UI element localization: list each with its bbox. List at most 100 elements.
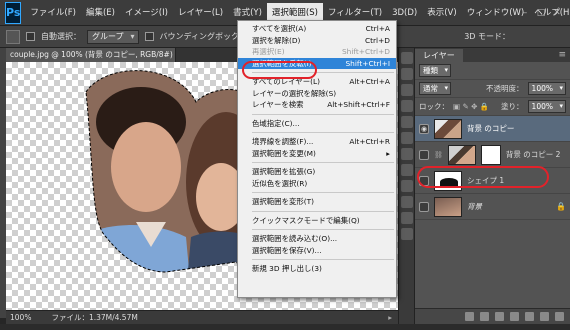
layer-row[interactable]: シェイプ 1 [415,168,570,194]
tool-icon[interactable] [401,228,413,240]
menu-item-shortcut: Ctrl+D [364,35,390,45]
layer-row[interactable]: ◉ 背景 のコピー [415,116,570,142]
layer-row[interactable]: ⛓ 背景 のコピー 2 [415,142,570,168]
menu-item-label: 再選択(E) [252,47,285,57]
add-mask-icon[interactable] [495,312,504,321]
lock-label: ロック： [419,102,449,111]
adjustment-layer-icon[interactable] [510,312,519,321]
menu-item[interactable]: すべてを選択(A) Ctrl+A [238,23,396,35]
menu-item[interactable]: 境界線を調整(F)... Alt+Ctrl+R [238,136,396,148]
chain-icon: ⛓ [434,150,443,159]
zoom-level[interactable]: 100% [10,313,31,322]
layer-thumbnail [434,196,462,217]
layers-panel-footer [415,308,570,324]
menu-item[interactable]: 選択範囲を読み込む(O)... [238,233,396,245]
link-layers-icon[interactable] [465,312,474,321]
layer-name[interactable]: 背景 のコピー 2 [506,149,561,160]
fx-icon[interactable] [480,312,489,321]
tool-icon[interactable] [401,52,413,64]
filter-kind-select[interactable]: 種類 [419,64,451,77]
tool-icon[interactable] [401,196,413,208]
menu-item[interactable]: 選択を解除(D) Ctrl+D [238,35,396,47]
menu-item[interactable]: 近似色を選択(R) [238,178,396,190]
tool-icon[interactable] [401,132,413,144]
menu-item[interactable]: 選択範囲を保存(V)... [238,245,396,257]
lock-icons[interactable]: ▣ ✎ ✥ 🔒 [453,102,489,111]
new-layer-icon[interactable] [540,312,549,321]
document-tab[interactable]: couple.jpg @ 100% (背景 のコピー, RGB/8#) * [6,48,176,62]
menu-item[interactable]: 色域指定(C)... [238,118,396,130]
blend-row: 通常 不透明度： 100% [415,80,570,98]
layer-row[interactable]: 背景 🔒 [415,194,570,220]
menu-item-label: クイックマスクモードで編集(Q) [252,215,360,225]
eye-icon[interactable] [419,201,429,212]
menu-item-label: 選択範囲を読み込む(O)... [252,234,338,244]
photoshop-logo-icon: Ps [5,1,22,24]
eye-icon[interactable]: ◉ [419,123,429,134]
menu-item[interactable]: レイヤーの選択を解除(S) [238,88,396,100]
bounding-box-checkbox[interactable] [144,32,154,41]
menu-item-shortcut: Alt+Ctrl+R [349,137,390,147]
menu-item-label: 選択を解除(D) [252,35,301,45]
new-group-icon[interactable] [525,312,534,321]
menu-image[interactable]: イメージ(I) [120,3,173,23]
status-arrow-icon[interactable]: ▸ [388,313,392,322]
layer-name[interactable]: 背景 のコピー [467,123,514,134]
close-icon[interactable]: ✕ [552,8,562,18]
menu-item-label: レイヤーの選択を解除(S) [252,88,337,98]
maximize-icon[interactable]: □ [536,8,546,18]
tool-icon[interactable] [401,84,413,96]
menu-item[interactable]: すべてのレイヤー(L) Alt+Ctrl+A [238,76,396,88]
menu-separator [252,132,394,133]
auto-select-checkbox[interactable] [26,32,35,41]
tool-icon[interactable] [401,116,413,128]
eye-icon[interactable] [419,175,429,186]
menu-item: 再選択(E) Shift+Ctrl+D [238,46,396,58]
menu-item-label: 境界線を調整(F)... [252,137,314,147]
menu-item-label: 選択範囲を変形(T) [252,197,315,207]
tab-layers[interactable]: レイヤー [415,49,463,62]
menu-item-label: 選択範囲を反転(I) [252,58,312,68]
menu-file[interactable]: ファイル(F) [25,3,81,23]
tool-icon[interactable] [401,68,413,80]
menu-item[interactable]: 選択範囲を拡張(G) [238,166,396,178]
menu-item-label: 新規 3D 押し出し(3) [252,264,322,274]
menu-item-label: 色域指定(C)... [252,118,300,128]
menu-item-shortcut: Alt+Shift+Ctrl+F [327,100,390,110]
auto-select-dropdown[interactable]: グループ [87,29,139,44]
layer-mask-thumbnail[interactable] [480,144,501,165]
lock-row: ロック： ▣ ✎ ✥ 🔒 塗り： 100% [415,98,570,116]
tool-icon[interactable] [401,212,413,224]
menu-separator [252,192,394,193]
tool-icon[interactable] [401,148,413,160]
menu-item[interactable]: クイックマスクモードで編集(Q) [238,215,396,227]
layer-thumbnail [434,170,462,191]
tool-icon[interactable] [401,180,413,192]
trash-icon[interactable] [555,312,564,321]
menu-item-label: 選択範囲を変更(M) [252,148,316,158]
layer-thumbnail [434,118,462,139]
panel-menu-icon[interactable]: ≡ [558,49,570,62]
tool-icon[interactable] [401,100,413,112]
opacity-input[interactable]: 100% [527,82,566,95]
fill-input[interactable]: 100% [527,100,566,113]
menu-layer[interactable]: レイヤー(L) [173,3,228,23]
menu-item[interactable]: 選択範囲を反転(I) Shift+Ctrl+I [238,57,396,69]
menu-separator [252,72,394,73]
move-tool-icon[interactable] [6,29,20,44]
menu-item[interactable]: 選択範囲を変更(M) ▸ [238,148,396,160]
blend-mode-select[interactable]: 通常 [419,82,451,95]
tool-icon[interactable] [401,164,413,176]
layer-name[interactable]: シェイプ 1 [467,175,504,186]
panel-tabbar: レイヤー ≡ [415,48,570,62]
menu-view[interactable]: 表示(V) [422,3,461,23]
menu-item[interactable]: 新規 3D 押し出し(3) [238,263,396,275]
menu-edit[interactable]: 編集(E) [81,3,120,23]
menu-item-shortcut: Shift+Ctrl+I [345,58,390,68]
menu-item[interactable]: レイヤーを検索 Alt+Shift+Ctrl+F [238,99,396,111]
menu-item[interactable]: 選択範囲を変形(T) [238,196,396,208]
layer-name[interactable]: 背景 [467,201,482,212]
auto-select-label: 自動選択： [41,32,81,41]
eye-icon[interactable] [419,149,429,160]
minimize-icon[interactable]: – [520,8,530,18]
